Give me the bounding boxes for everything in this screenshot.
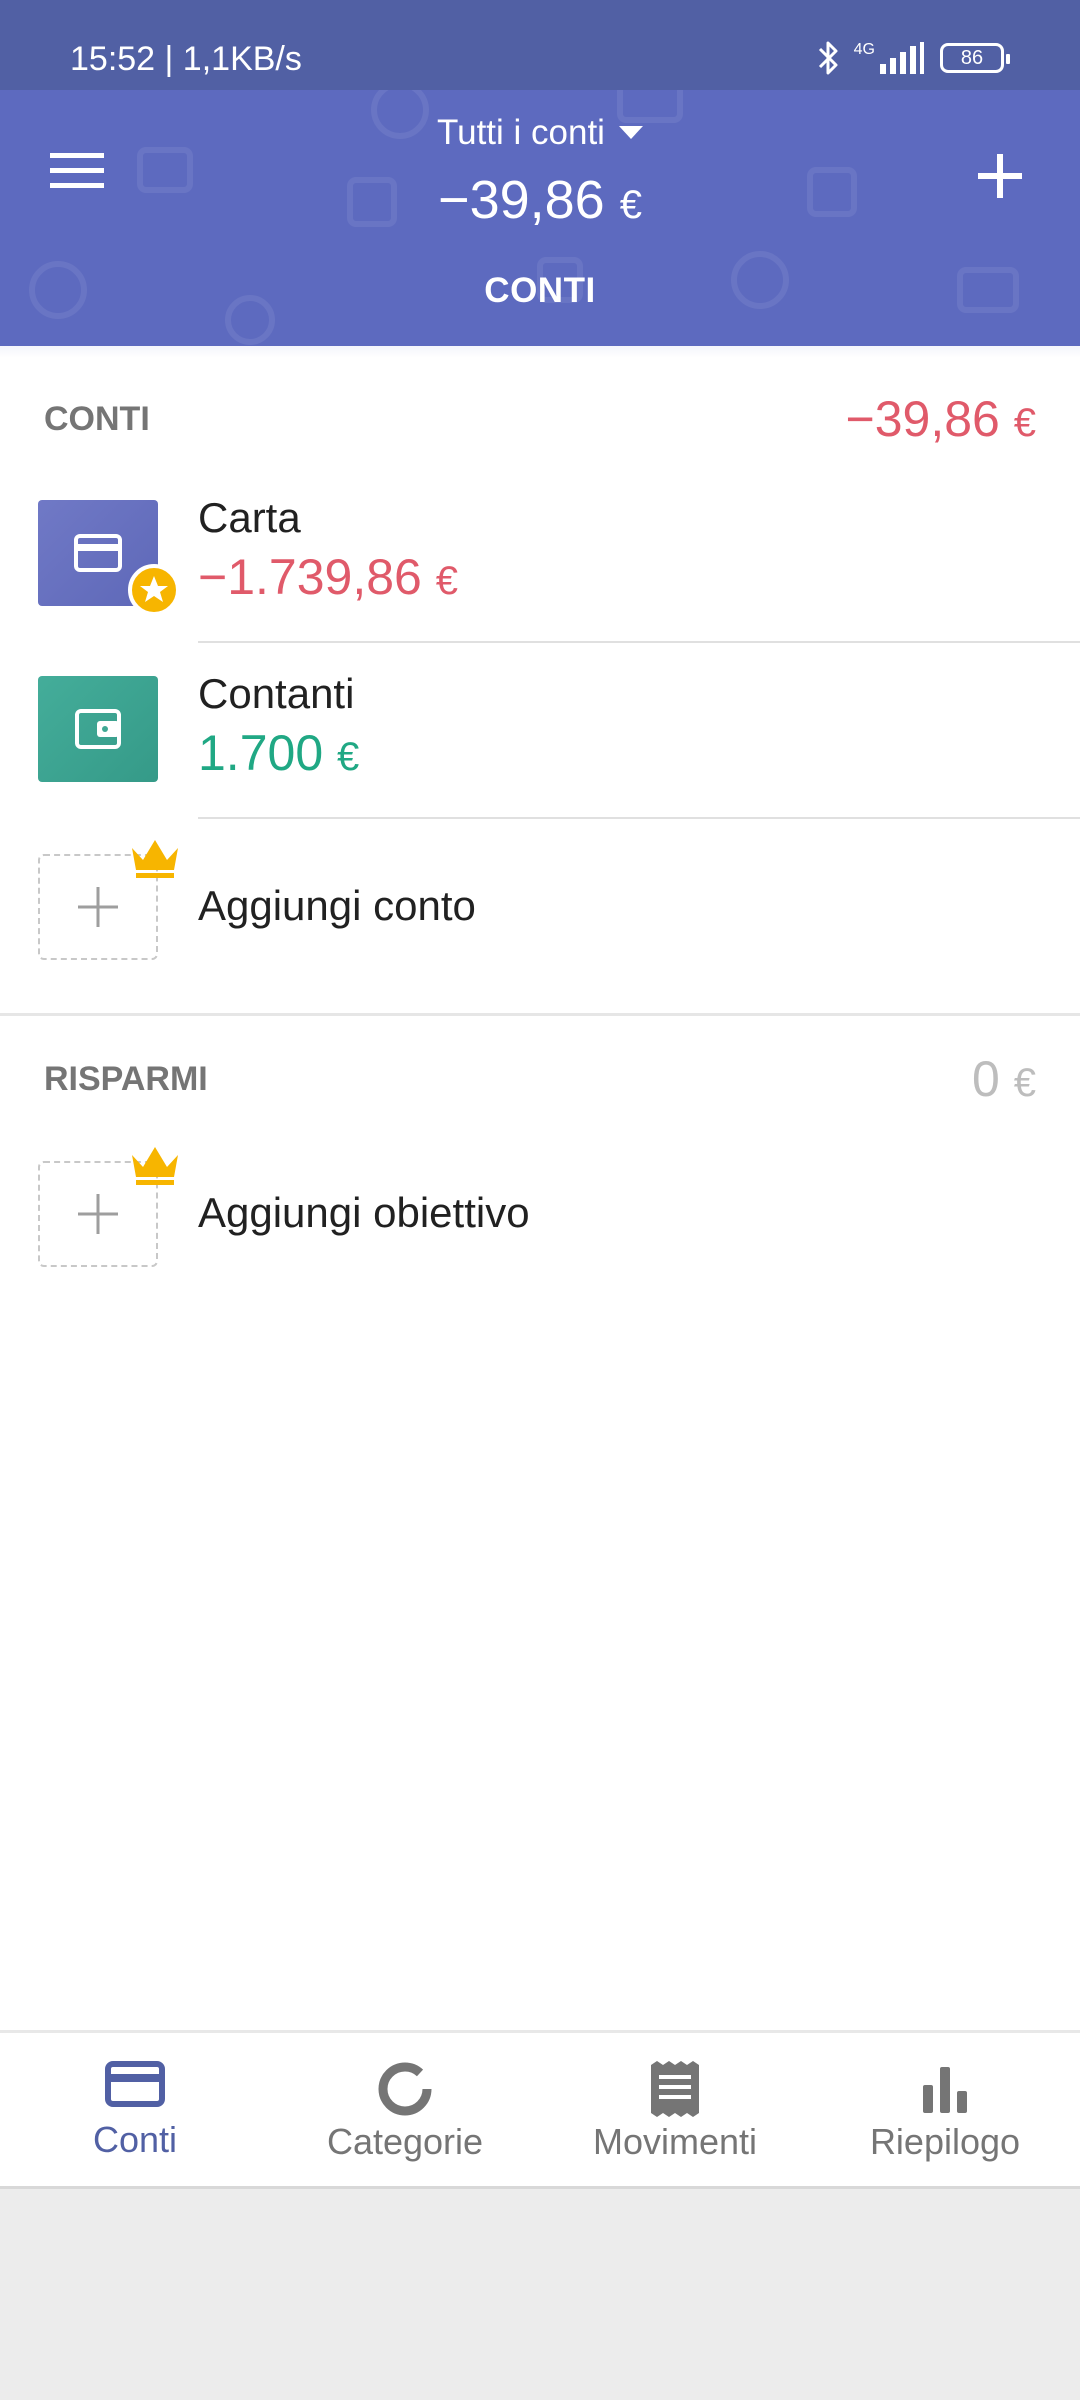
crown-icon [132, 840, 178, 878]
header-total-value: −39,86 [438, 170, 605, 230]
donut-icon [378, 2062, 432, 2116]
account-name: Carta [198, 494, 301, 541]
status-icons: 4G 86 [814, 36, 1010, 80]
app-screen: 15:52 | 1,1KB/s 4G 86 Tutti i conti −39,… [0, 0, 1080, 2186]
add-account-label: Aggiungi conto [198, 882, 476, 929]
dropdown-arrow-icon [618, 126, 643, 139]
accounts-section-header: CONTI −39,86 € [44, 390, 1036, 448]
account-selector[interactable]: Tutti i conti [0, 108, 1080, 158]
nav-label: Movimenti [592, 2121, 758, 2162]
account-row-carta[interactable]: Carta −1.739,86 € [0, 490, 1080, 642]
add-goal-row[interactable]: Aggiungi obiettivo [0, 1143, 1080, 1303]
add-transaction-button[interactable] [960, 136, 1040, 216]
row-divider [198, 641, 1080, 643]
plus-icon [978, 154, 1022, 198]
nav-item-movimenti[interactable]: Movimenti [540, 2033, 810, 2186]
accounts-section-total: −39,86 € [846, 390, 1036, 448]
nav-label: Categorie [326, 2121, 484, 2162]
nav-item-categorie[interactable]: Categorie [270, 2033, 540, 2186]
section-divider [0, 1013, 1080, 1016]
network-indicator: 4G [854, 42, 924, 74]
nav-label: Conti [92, 2119, 178, 2160]
account-balance-currency: € [337, 735, 360, 779]
account-balance: 1.700 € [198, 724, 359, 782]
receipt-icon [651, 2061, 699, 2117]
cash-account-icon [38, 676, 158, 782]
header-total-currency: € [619, 183, 642, 227]
card-icon [105, 2061, 165, 2107]
add-goal-label: Aggiungi obiettivo [198, 1189, 530, 1236]
savings-total-value: 0 [972, 1051, 1000, 1107]
crown-icon [132, 1147, 178, 1185]
account-balance-currency: € [435, 559, 458, 603]
header-tab-label: CONTI [484, 271, 596, 310]
account-selector-label: Tutti i conti [437, 113, 605, 152]
account-row-contanti[interactable]: Contanti 1.700 € [0, 666, 1080, 816]
account-balance: −1.739,86 € [198, 548, 458, 606]
accounts-total-value: −39,86 [845, 391, 1000, 447]
header-total-balance: −39,86 € [0, 160, 1080, 245]
system-nav-divider [0, 2186, 1080, 2189]
nav-label: Riepilogo [869, 2121, 1021, 2162]
savings-section-total: 0 € [972, 1050, 1036, 1108]
plus-icon [78, 887, 118, 927]
savings-total-currency: € [1013, 1061, 1036, 1105]
nav-item-riepilogo[interactable]: Riepilogo [810, 2033, 1080, 2186]
wallet-icon [75, 709, 121, 749]
nav-item-conti[interactable]: Conti [0, 2033, 270, 2186]
add-account-row[interactable]: Aggiungi conto [0, 836, 1080, 996]
app-header: Tutti i conti −39,86 € CONTI [0, 90, 1080, 346]
savings-section-label: RISPARMI [44, 1059, 208, 1098]
plus-icon [78, 1194, 118, 1234]
account-name: Contanti [198, 670, 355, 717]
battery-icon: 86 [940, 43, 1010, 73]
savings-section-header: RISPARMI 0 € [44, 1050, 1036, 1108]
status-bar: 15:52 | 1,1KB/s 4G 86 [0, 0, 1080, 90]
credit-card-icon [74, 534, 122, 572]
bottom-navigation: Conti Categorie Movimenti Riepilogo [0, 2030, 1080, 2186]
bar-chart-icon [923, 2067, 967, 2113]
status-time: 15:52 | 1,1KB/s [70, 40, 302, 78]
header-shadow [0, 346, 1080, 358]
accounts-section-label: CONTI [44, 399, 150, 438]
bluetooth-icon [818, 41, 838, 75]
account-balance-value: 1.700 [198, 725, 324, 781]
star-badge-icon [128, 564, 180, 616]
battery-level: 86 [960, 46, 984, 69]
account-balance-value: −1.739,86 [198, 549, 422, 605]
row-divider [198, 817, 1080, 819]
accounts-total-currency: € [1013, 401, 1036, 445]
signal-icon [880, 42, 924, 74]
network-type: 4G [853, 41, 875, 58]
